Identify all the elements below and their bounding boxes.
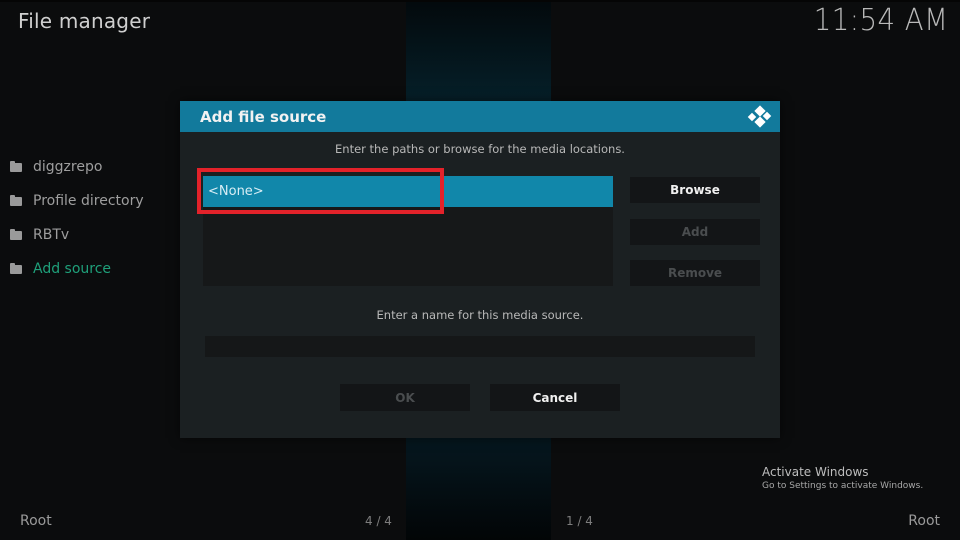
watermark-line2: Go to Settings to activate Windows. [762,481,924,491]
folder-icon [10,262,22,274]
folder-icon [10,194,22,206]
source-item-profile-directory[interactable]: Profile directory [10,184,144,218]
footer-right-path: Root [908,513,940,529]
source-item-label: RBTv [33,227,70,243]
dialog-title: Add file source [200,107,327,126]
source-item-rbtv[interactable]: RBTv [10,218,144,252]
name-instruction: Enter a name for this media source. [376,308,584,322]
path-row-selected[interactable]: <None> [203,176,613,207]
source-item-label: Profile directory [33,193,144,209]
activate-windows-watermark: Activate Windows Go to Settings to activ… [762,465,923,491]
folder-icon [10,228,22,240]
source-item-label: Add source [33,261,112,277]
remove-button[interactable]: Remove [630,260,760,286]
source-name-input[interactable] [205,336,755,357]
add-file-source-dialog: Add file source Enter the paths or brows… [180,101,780,438]
watermark-line1: Activate Windows [762,465,869,479]
footer-right-count: 1 / 4 [566,514,593,528]
paths-list[interactable]: <None> [203,176,613,286]
footer-left-path: Root [20,513,52,529]
browse-button[interactable]: Browse [630,177,760,203]
source-item-add-source[interactable]: Add source [10,252,144,286]
add-button[interactable]: Add [630,219,760,245]
app-title: File manager [18,9,151,33]
top-edge [0,0,960,2]
cancel-button[interactable]: Cancel [490,384,620,411]
clock: 11:54 AM [813,3,948,38]
paths-instruction: Enter the paths or browse for the media … [335,142,625,156]
folder-icon [10,160,22,172]
source-item-label: diggzrepo [33,159,103,175]
path-value: <None> [208,184,264,199]
source-item-diggzrepo[interactable]: diggzrepo [10,150,144,184]
dialog-header: Add file source [180,101,780,132]
footer-left-count: 4 / 4 [365,514,392,528]
ok-button[interactable]: OK [340,384,470,411]
source-list: diggzrepo Profile directory RBTv Add sou… [10,150,144,286]
kodi-logo-icon [746,104,772,129]
